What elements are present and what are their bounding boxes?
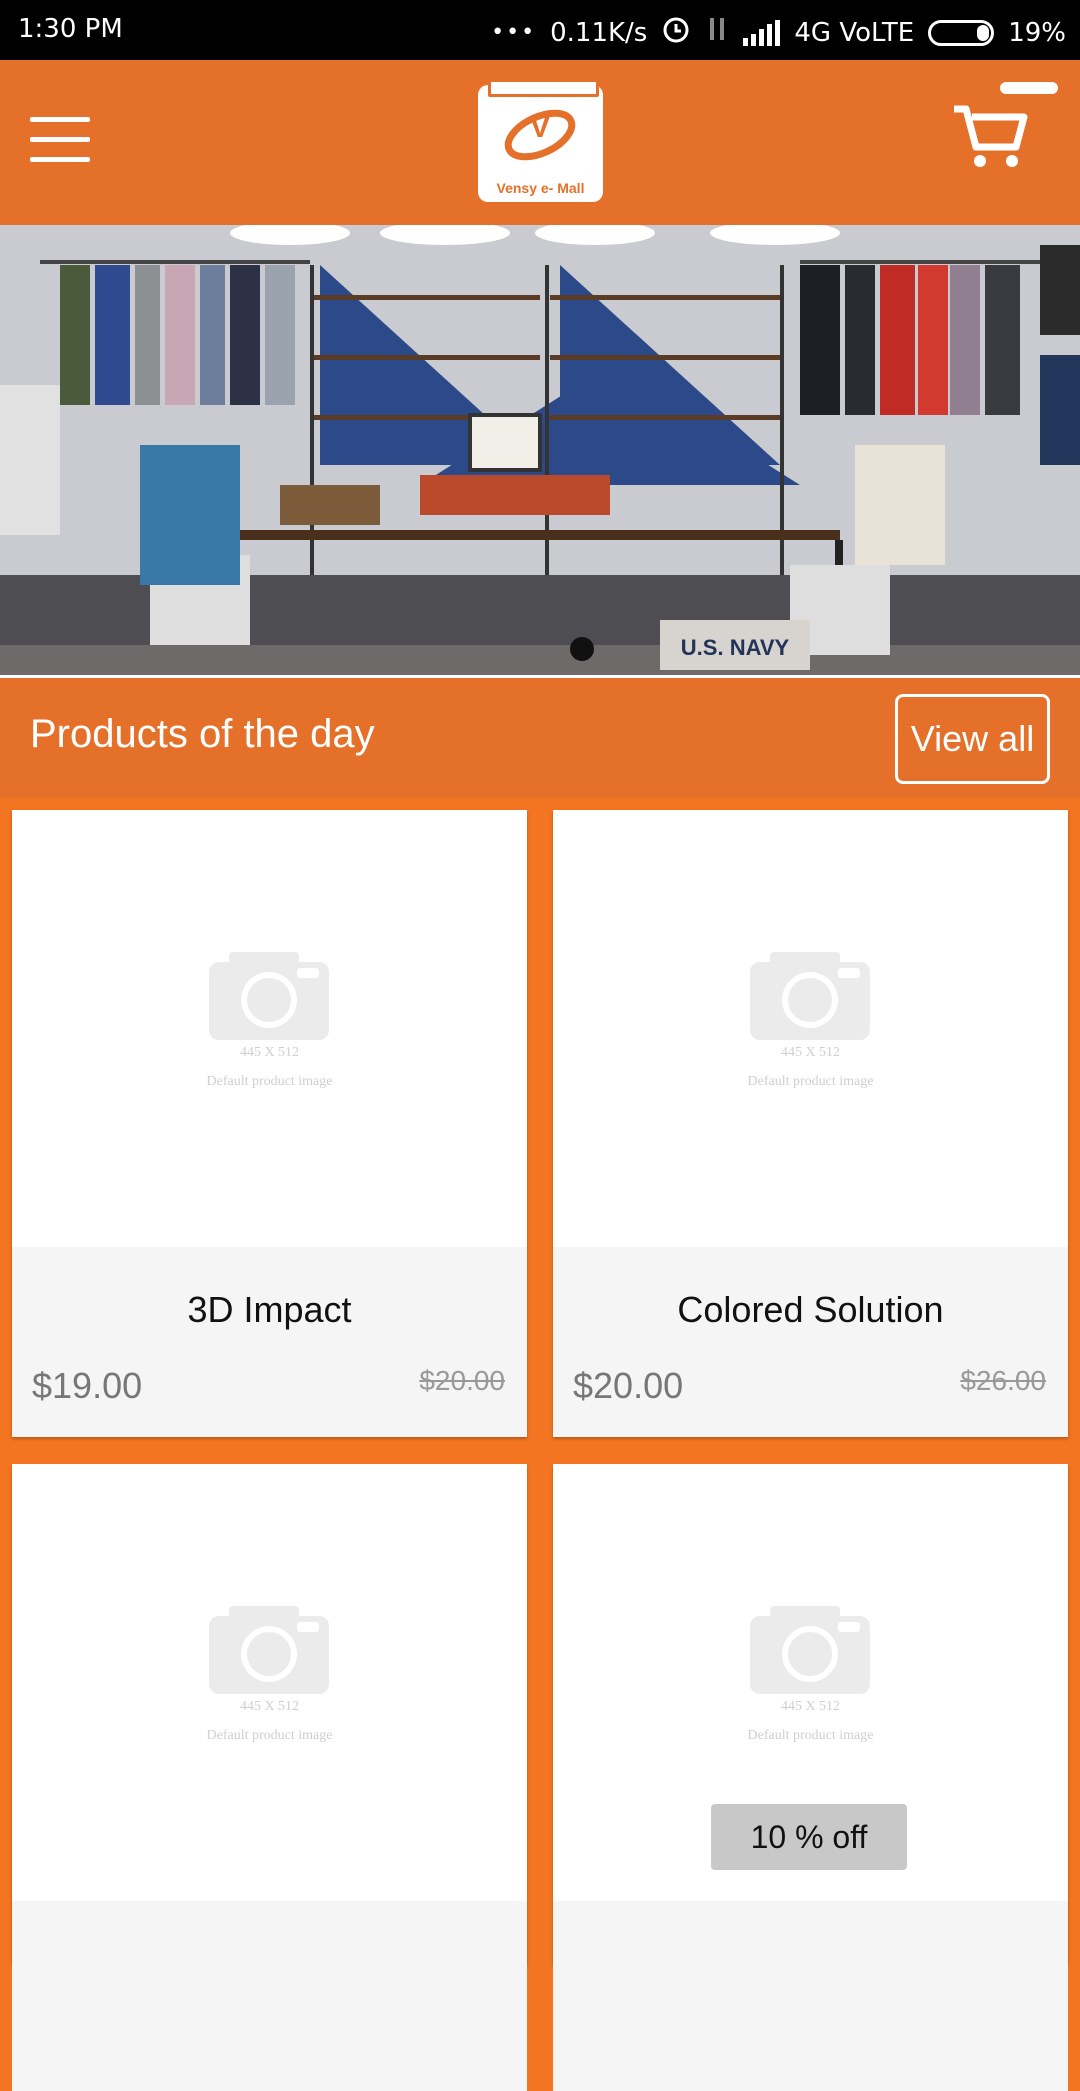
data-transfer-icon xyxy=(705,14,729,51)
status-bar: 1:30 PM ••• 0.11K/s 4G VoLTE 19% xyxy=(0,0,1080,60)
battery-percent: 19% xyxy=(1008,17,1066,48)
product-info xyxy=(12,1901,527,2091)
app-logo[interactable]: V Vensy e- Mall xyxy=(478,79,603,202)
svg-text:U.S. NAVY: U.S. NAVY xyxy=(681,635,790,660)
placeholder-size: 445 X 512 xyxy=(239,1045,300,1060)
product-image: 445 X 512 Default product image 10 % off xyxy=(553,1464,1068,1901)
product-info: Colored Solution $20.00 $26.00 xyxy=(553,1247,1068,1437)
svg-text:V: V xyxy=(530,111,550,144)
camera-placeholder-icon xyxy=(750,1606,870,1694)
menu-icon[interactable] xyxy=(30,117,90,162)
product-price: $20.00 xyxy=(573,1365,684,1406)
product-name: 3D Impact xyxy=(187,1289,352,1330)
cart-icon[interactable] xyxy=(950,95,1030,175)
placeholder-size: 445 X 512 xyxy=(780,1699,841,1714)
product-image: 445 X 512 Default product image xyxy=(12,810,527,1247)
product-card[interactable]: 445 X 512 Default product image 10 % off xyxy=(553,1464,1068,2091)
store-interior-image: U.S. NAVY xyxy=(0,225,1080,675)
product-card[interactable]: 445 X 512 Default product image 3D Impac… xyxy=(12,810,527,1437)
battery-icon xyxy=(928,19,995,46)
product-old-price: $26.00 xyxy=(960,1365,1046,1396)
alarm-icon xyxy=(661,14,691,51)
products-of-the-day-header: Products of the day View all xyxy=(0,678,1080,798)
signal-icon xyxy=(743,19,781,46)
placeholder-size: 445 X 512 xyxy=(780,1045,841,1060)
section-title: Products of the day xyxy=(30,712,375,756)
product-image: 445 X 512 Default product image xyxy=(12,1464,527,1901)
product-name: Colored Solution xyxy=(677,1289,944,1330)
camera-placeholder-icon xyxy=(750,952,870,1040)
camera-placeholder-icon xyxy=(209,952,329,1040)
network-type: 4G VoLTE xyxy=(794,17,915,48)
carousel-indicator-dot[interactable] xyxy=(570,637,594,661)
logo-text: Vensy e- Mall xyxy=(496,180,585,196)
product-card[interactable]: 445 X 512 Default product image xyxy=(12,1464,527,2091)
placeholder-label: Default product image xyxy=(206,1728,333,1743)
product-old-price: $20.00 xyxy=(419,1365,505,1396)
discount-badge: 10 % off xyxy=(711,1804,907,1870)
product-info: 3D Impact $19.00 $20.00 xyxy=(12,1247,527,1437)
hero-banner[interactable]: U.S. NAVY xyxy=(0,225,1080,675)
network-speed: 0.11K/s xyxy=(550,17,648,48)
product-price: $19.00 xyxy=(32,1365,143,1406)
more-dots-icon: ••• xyxy=(491,20,537,45)
camera-placeholder-icon xyxy=(209,1606,329,1694)
product-image: 445 X 512 Default product image xyxy=(553,810,1068,1247)
status-icons: ••• 0.11K/s 4G VoLTE 19% xyxy=(491,14,1066,51)
product-card[interactable]: 445 X 512 Default product image Colored … xyxy=(553,810,1068,1437)
placeholder-size: 445 X 512 xyxy=(239,1699,300,1714)
placeholder-label: Default product image xyxy=(206,1074,333,1089)
cart-badge xyxy=(1000,82,1058,94)
placeholder-label: Default product image xyxy=(747,1728,874,1743)
status-time: 1:30 PM xyxy=(18,14,123,44)
placeholder-label: Default product image xyxy=(747,1074,874,1089)
app-bar: V Vensy e- Mall xyxy=(0,60,1080,225)
view-all-button[interactable]: View all xyxy=(895,694,1050,784)
product-info xyxy=(553,1901,1068,2091)
